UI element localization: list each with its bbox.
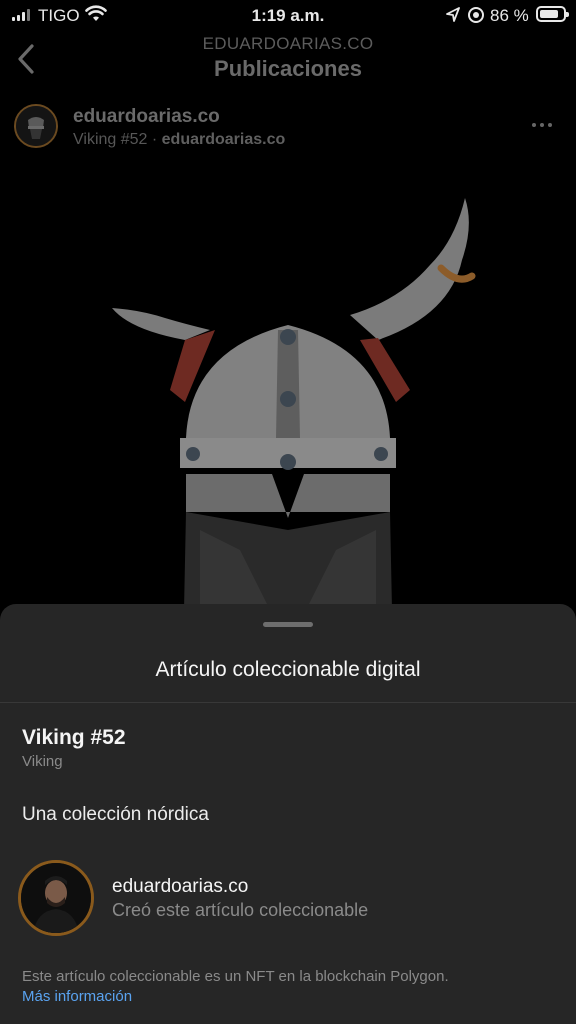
status-bar: TIGO 1:19 a.m. 86 % (0, 0, 576, 32)
post-subtitle: Viking #52 · eduardoarias.co (73, 131, 285, 149)
item-collection: Viking (22, 753, 63, 770)
nav-title: EDUARDOARIAS.CO Publicaciones (0, 34, 576, 82)
item-description: Una colección nórdica (22, 804, 209, 825)
separator-dot: · (147, 131, 162, 148)
account-name: EDUARDOARIAS.CO (202, 34, 374, 53)
collectible-sheet: Artículo coleccionable digital Viking #5… (0, 604, 576, 1024)
viking-avatar-icon (16, 106, 56, 146)
post-item-name[interactable]: Viking #52 (73, 131, 147, 148)
viking-helmet-artwork (112, 198, 476, 610)
alarm-icon (468, 7, 484, 23)
more-info-link[interactable]: Más información (22, 988, 132, 1005)
post-username[interactable]: eduardoarias.co (73, 106, 220, 128)
post-avatar[interactable] (14, 104, 58, 148)
nft-note: Este artículo coleccionable es un NFT en… (22, 968, 449, 985)
battery-icon (536, 6, 569, 22)
creator-name[interactable]: eduardoarias.co (112, 876, 248, 898)
creator-role: Creó este artículo coleccionable (112, 900, 369, 920)
sheet-title: Artículo coleccionable digital (155, 658, 421, 681)
right-horn (350, 198, 469, 340)
creator-avatar[interactable] (18, 860, 94, 936)
helmet-ridge (276, 330, 300, 438)
more-options-button[interactable] (532, 118, 558, 132)
left-horn (112, 308, 210, 340)
creator-photo-icon (21, 863, 91, 933)
battery-percent: 86 % (490, 6, 529, 25)
location-arrow-icon (446, 7, 460, 22)
post-owner[interactable]: eduardoarias.co (162, 131, 286, 148)
page-title: Publicaciones (214, 56, 362, 81)
divider (0, 702, 576, 703)
item-name: Viking #52 (22, 726, 126, 749)
sheet-grabber[interactable] (263, 622, 313, 627)
helmet-brow (186, 474, 390, 518)
